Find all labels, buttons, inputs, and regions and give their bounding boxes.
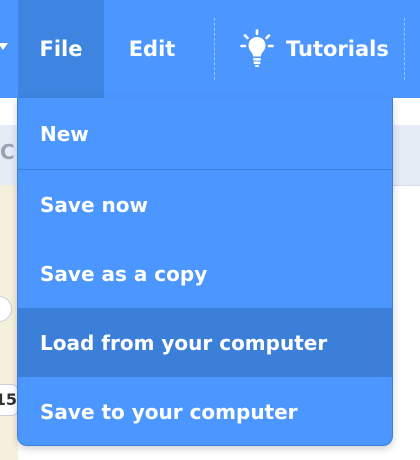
menu-item-label: Save to your computer: [40, 399, 298, 424]
chevron-down-icon[interactable]: [0, 43, 8, 50]
tutorials-label: Tutorials: [286, 37, 389, 61]
menu-divider: [404, 18, 405, 80]
menu-item-label: Save now: [40, 192, 148, 217]
edit-menu-button[interactable]: Edit: [112, 0, 192, 98]
lightbulb-icon: [240, 29, 274, 67]
menu-item-load-from-computer[interactable]: Load from your computer: [18, 309, 392, 377]
menu-item-label: Save as a copy: [40, 261, 208, 286]
partial-tab-letter: C: [0, 140, 15, 164]
menu-divider: [214, 18, 215, 80]
tutorials-button[interactable]: Tutorials: [222, 0, 402, 98]
menu-item-save-now[interactable]: Save now: [18, 170, 392, 239]
menu-item-new[interactable]: New: [18, 98, 392, 169]
editor-stage-edge: [0, 185, 18, 460]
partial-number-input[interactable]: 15: [0, 384, 18, 416]
file-menu-label: File: [39, 37, 83, 61]
menu-item-save-to-computer[interactable]: Save to your computer: [18, 377, 392, 445]
file-menu-button[interactable]: File: [18, 0, 104, 98]
file-menu-dropdown: New Save now Save as a copy Load from yo…: [17, 98, 393, 446]
menu-item-save-as-copy[interactable]: Save as a copy: [18, 239, 392, 308]
menu-bar: File Edit Tutorials: [0, 0, 420, 98]
menu-item-label: Load from your computer: [40, 331, 328, 355]
edit-menu-label: Edit: [128, 37, 176, 61]
menu-item-label: New: [40, 121, 89, 146]
